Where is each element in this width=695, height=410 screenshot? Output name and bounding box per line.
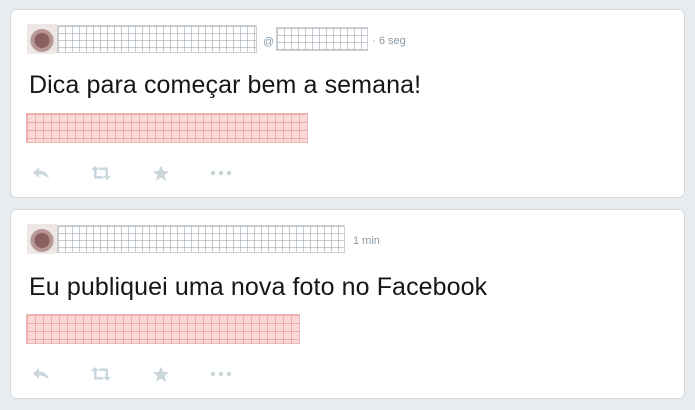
tweet-actions (29, 163, 233, 183)
tweet-header: @ · 6 seg (27, 24, 406, 54)
avatar[interactable] (27, 24, 57, 54)
tweet-header: 1 min (27, 224, 380, 254)
favorite-icon[interactable] (149, 364, 173, 384)
favorite-icon[interactable] (149, 163, 173, 183)
tweet-text: Eu publiquei uma nova foto no Facebook (29, 273, 488, 301)
redacted-handle[interactable] (276, 27, 369, 51)
tweet-card: @ · 6 seg Dica para começar bem a semana… (10, 9, 685, 198)
tweet-timestamp[interactable]: 6 seg (379, 35, 406, 47)
more-icon[interactable] (209, 163, 233, 183)
avatar[interactable] (27, 224, 57, 254)
redacted-display-name[interactable] (57, 25, 257, 53)
more-icon[interactable] (209, 364, 233, 384)
tweet-card: 1 min Eu publiquei uma nova foto no Face… (10, 209, 685, 399)
retweet-icon[interactable] (89, 364, 113, 384)
retweet-icon[interactable] (89, 163, 113, 183)
tweet-timestamp[interactable]: 1 min (353, 235, 380, 247)
handle-prefix: @ (263, 36, 275, 48)
redacted-display-name[interactable] (57, 225, 345, 253)
tweet-text: Dica para começar bem a semana! (29, 71, 422, 99)
meta-separator: · (372, 35, 376, 47)
tweet-actions (29, 364, 233, 384)
redacted-link[interactable] (26, 314, 300, 344)
reply-icon[interactable] (29, 163, 53, 183)
reply-icon[interactable] (29, 364, 53, 384)
redacted-link[interactable] (26, 113, 308, 143)
